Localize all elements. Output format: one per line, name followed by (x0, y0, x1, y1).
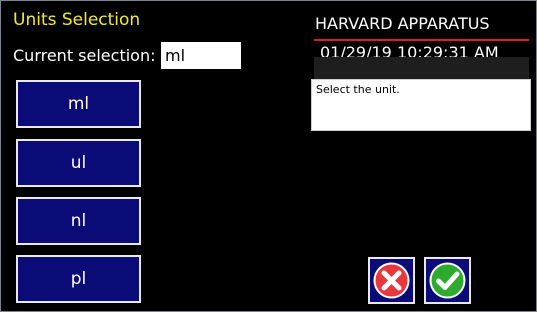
datetime-display: 01/29/19 10:29:31 AM (314, 41, 529, 58)
unit-button-pl[interactable]: pl (16, 255, 141, 303)
message-box: Select the unit. (311, 79, 531, 131)
current-selection-value: ml (161, 42, 241, 69)
unit-button-ml[interactable]: ml (16, 80, 141, 128)
confirm-button[interactable] (424, 257, 471, 304)
unit-button-ul[interactable]: ul (16, 139, 141, 187)
status-strip (314, 57, 529, 79)
check-circle-icon (429, 262, 466, 299)
datetime-text: 01/29/19 10:29:31 AM (320, 43, 499, 58)
brand-name: HARVARD APPARATUS (315, 14, 490, 33)
current-selection-label: Current selection: (13, 46, 156, 65)
units-selection-screen: Units Selection Current selection: ml HA… (0, 0, 537, 312)
x-circle-icon (373, 262, 410, 299)
page-title: Units Selection (13, 10, 141, 30)
unit-button-nl[interactable]: nl (16, 197, 141, 245)
cancel-button[interactable] (368, 257, 415, 304)
